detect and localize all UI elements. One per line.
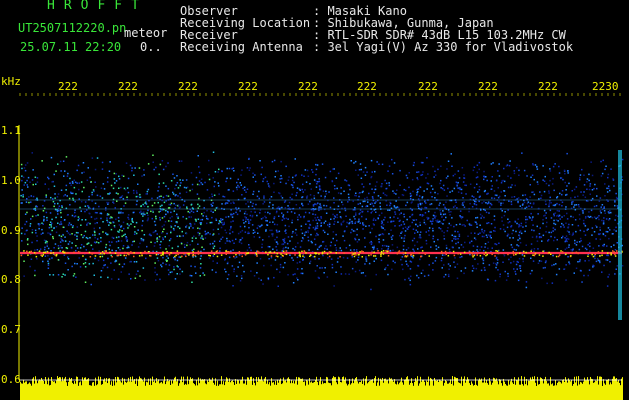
time-tick-label: 2230 bbox=[592, 80, 619, 93]
time-tick-label: 222 bbox=[418, 80, 438, 93]
time-tick-label: 222 bbox=[58, 80, 78, 93]
antenna-label: Receiving Antenna bbox=[180, 40, 303, 54]
app-title: HROFFT bbox=[47, 0, 148, 13]
frequency-tick-label: 0.7 bbox=[1, 323, 21, 336]
frequency-tick-label: 0.6 bbox=[1, 373, 21, 386]
time-tick-label: 222 bbox=[298, 80, 318, 93]
noise-band bbox=[20, 151, 624, 291]
date-time: 25.07.11 22:20 bbox=[20, 40, 122, 54]
spectrogram-display bbox=[18, 93, 624, 400]
frequency-tick-label: 0.8 bbox=[1, 273, 21, 286]
file-name: UT2507112220.pn bbox=[18, 21, 127, 35]
time-tick-label: 222 bbox=[238, 80, 258, 93]
frequency-tick-label: 1.1 bbox=[1, 124, 21, 137]
time-tick-label: 222 bbox=[478, 80, 498, 93]
time-tick-label: 222 bbox=[357, 80, 377, 93]
frequency-tick-label: 0.9 bbox=[1, 224, 21, 237]
time-tick-label: 222 bbox=[118, 80, 138, 93]
antenna-value: : 3el Yagi(V) Az 330 for Vladivostok bbox=[313, 40, 574, 54]
time-tick-label: 222 bbox=[178, 80, 198, 93]
meteor-label: meteor bbox=[124, 26, 168, 40]
frequency-unit-label: kHz bbox=[1, 75, 21, 88]
time-tick-label: 222 bbox=[538, 80, 558, 93]
frequency-tick-label: 1.0 bbox=[1, 174, 21, 187]
meteor-count: 0.. bbox=[140, 40, 162, 54]
